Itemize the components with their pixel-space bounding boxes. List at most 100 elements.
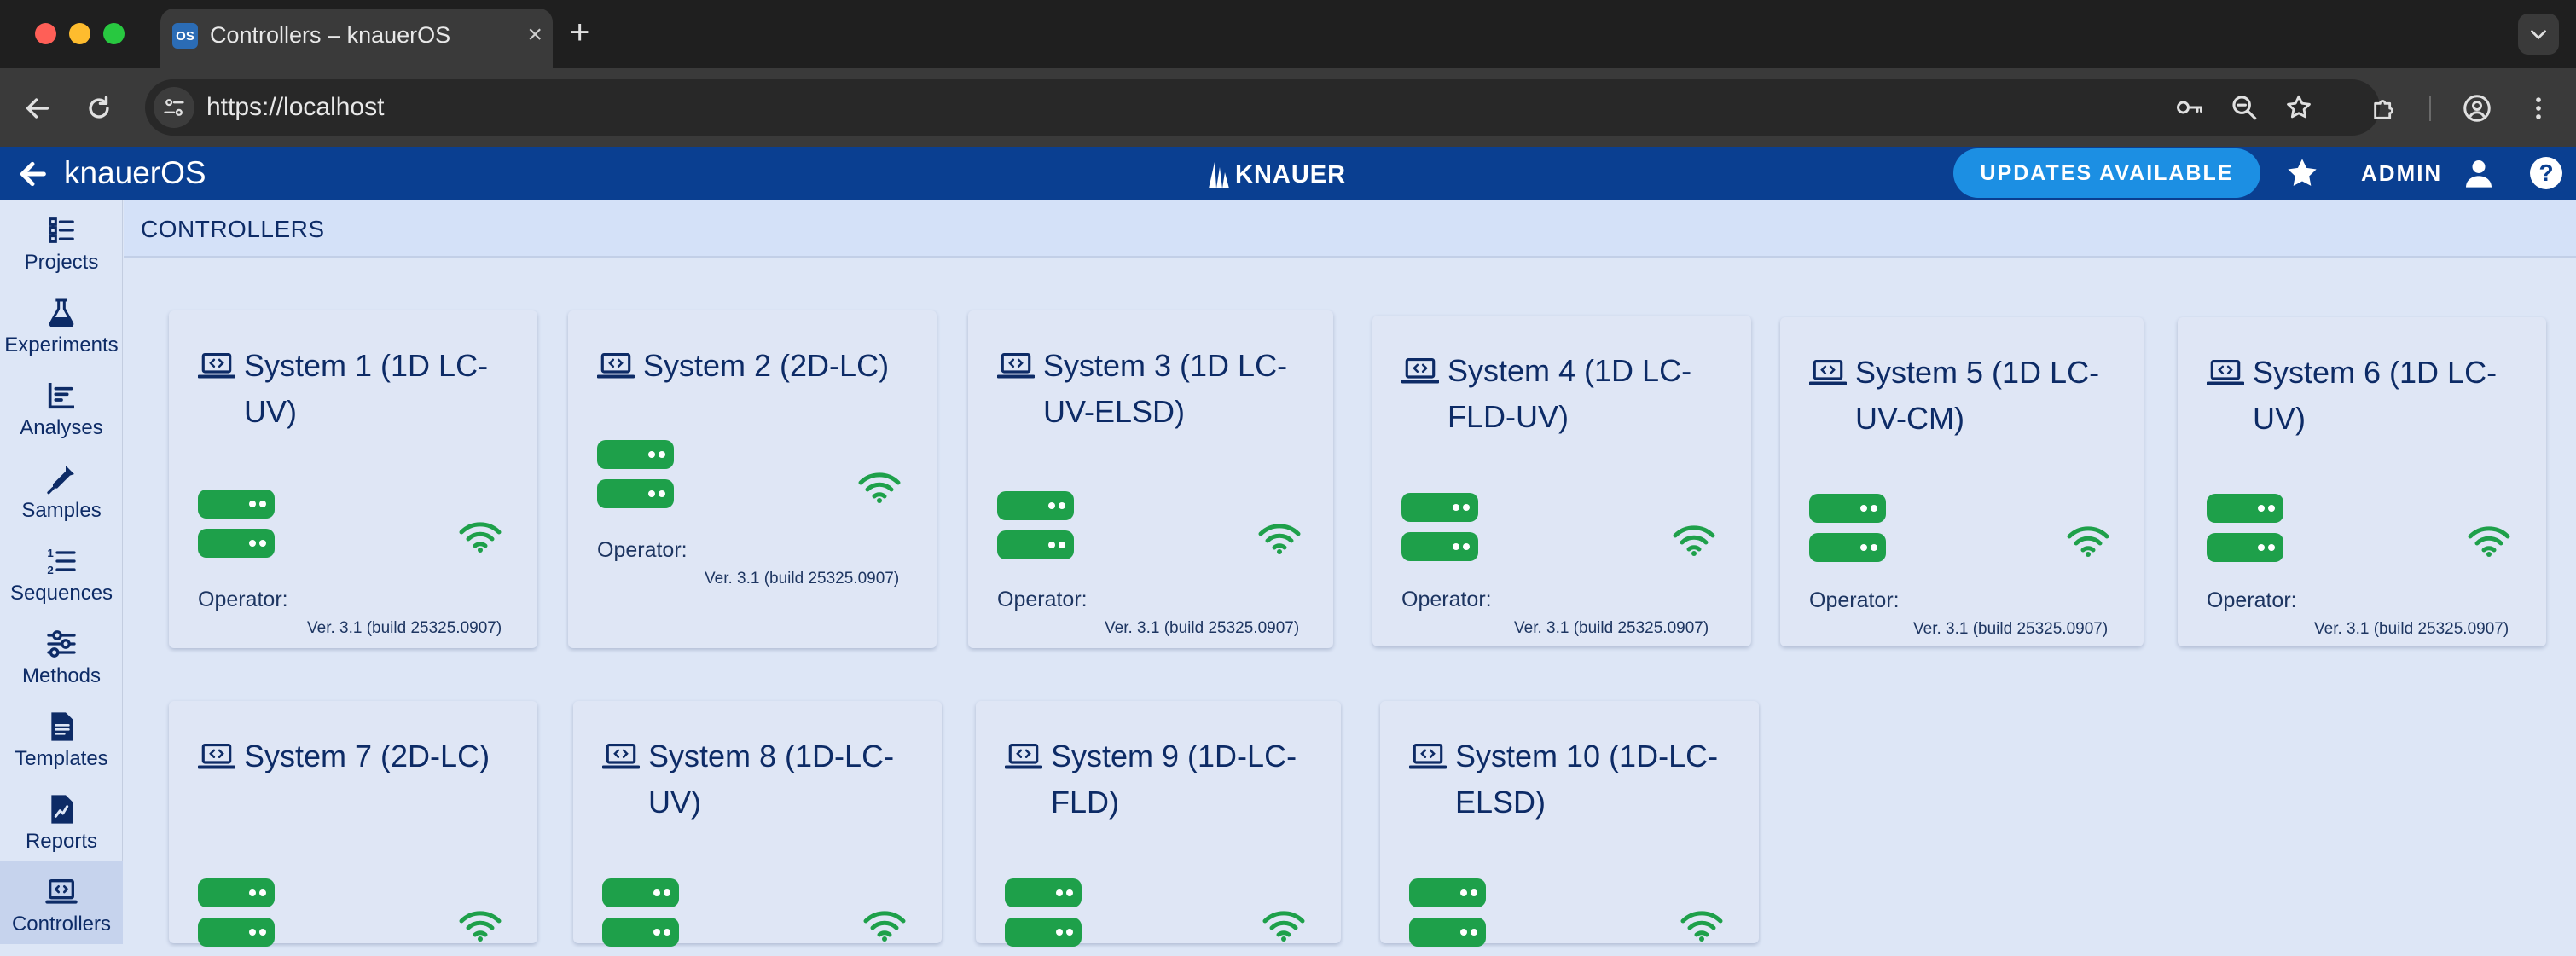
site-info-button[interactable] <box>154 87 194 128</box>
controller-name: System 10 (1D-LC- ELSD) <box>1455 733 1745 826</box>
tab-search-button[interactable] <box>2518 14 2559 55</box>
server-status-icon <box>597 440 674 513</box>
extensions-button[interactable] <box>2368 91 2402 125</box>
sidebar-item-label: Controllers <box>11 913 112 936</box>
laptop-code-icon <box>601 744 641 771</box>
controller-name: System 9 (1D-LC- FLD) <box>1051 733 1327 826</box>
help-icon[interactable]: ? <box>2530 157 2562 189</box>
operator-label: Operator: <box>1401 588 1492 611</box>
version-label: Ver. 3.1 (build 25325.0907) <box>1913 620 2109 638</box>
operator-label: Operator: <box>997 588 1088 611</box>
browser-tab[interactable]: OS Controllers – knauerOS × <box>160 9 553 68</box>
reload-button[interactable] <box>82 91 116 125</box>
controller-name: System 2 (2D-LC) <box>643 343 923 389</box>
controller-name-line1: System 4 (1D LC- <box>1448 353 1692 388</box>
controller-card[interactable]: System 8 (1D-LC- UV) <box>573 701 942 947</box>
password-key-button[interactable] <box>2172 90 2208 125</box>
svg-text:2: 2 <box>47 564 53 576</box>
sidebar-item-label: Methods <box>21 664 102 687</box>
controller-card[interactable]: System 4 (1D LC- FLD-UV) Operator: Ver. 3… <box>1372 316 1751 646</box>
browser-tab-strip: OS Controllers – knauerOS × + <box>0 0 2576 68</box>
sidebar-item-reports[interactable]: Reports <box>0 779 123 861</box>
controller-card[interactable]: System 3 (1D LC- UV-ELSD) Operator: Ver. … <box>968 310 1333 648</box>
controller-name-line2: UV-ELSD) <box>1043 394 1186 429</box>
wifi-connected-icon <box>2468 526 2510 557</box>
zoom-button[interactable] <box>2226 90 2262 125</box>
tab-close-icon[interactable]: × <box>527 22 542 48</box>
controller-name-line1: System 3 (1D LC- <box>1043 348 1288 383</box>
controller-name: System 7 (2D-LC) <box>244 733 524 779</box>
laptop-code-icon <box>996 353 1036 380</box>
controller-card[interactable]: System 10 (1D-LC- ELSD) <box>1380 701 1759 947</box>
bookmark-button[interactable] <box>2281 90 2317 125</box>
sidebar-item-analyses[interactable]: Analyses <box>0 365 123 448</box>
user-name[interactable]: ADMIN <box>2361 160 2442 187</box>
profile-button[interactable] <box>2460 91 2494 125</box>
laptop-code-icon <box>1004 744 1043 771</box>
laptop-code-icon <box>197 744 236 771</box>
window-close-button[interactable] <box>35 23 56 44</box>
sidebar-item-projects[interactable]: Projects <box>0 200 123 282</box>
svg-text:1: 1 <box>47 547 54 559</box>
controller-name-line2: ELSD) <box>1455 785 1546 820</box>
sidebar-item-methods[interactable]: Methods <box>0 613 123 696</box>
updates-available-button[interactable]: UPDATES AVAILABLE <box>1953 148 2260 198</box>
operator-label: Operator: <box>1809 588 1900 612</box>
address-bar[interactable]: https://localhost <box>145 79 2380 136</box>
version-label: Ver. 3.1 (build 25325.0907) <box>2314 620 2509 638</box>
controller-card[interactable]: System 9 (1D-LC- FLD) <box>976 701 1341 947</box>
tune-icon <box>164 99 184 116</box>
back-button[interactable] <box>20 91 55 125</box>
sidebar: Projects Experiments Analyses Samples 12… <box>0 200 123 944</box>
server-status-icon <box>2207 494 2283 567</box>
version-label: Ver. 3.1 (build 25325.0907) <box>1514 619 1709 637</box>
server-status-icon <box>997 491 1074 565</box>
server-status-icon <box>1409 878 1486 952</box>
controller-name-line2: UV) <box>244 394 297 429</box>
controller-name-line1: System 5 (1D LC- <box>1855 355 2100 390</box>
sidebar-item-experiments[interactable]: Experiments <box>0 282 123 365</box>
url-text[interactable]: https://localhost <box>206 93 384 122</box>
controller-name: System 1 (1D LC- UV) <box>244 343 524 435</box>
sidebar-item-label: Projects <box>24 251 99 274</box>
controller-name: System 5 (1D LC- UV-CM) <box>1855 350 2130 442</box>
controller-name: System 6 (1D LC- UV) <box>2253 350 2532 442</box>
numbered-list-icon: 12 <box>47 547 76 576</box>
browser-toolbar: https://localhost <box>0 68 2576 147</box>
controller-name-line2: UV) <box>2253 401 2306 436</box>
wifi-connected-icon <box>863 911 906 942</box>
laptop-code-icon <box>1401 358 1440 385</box>
server-status-icon <box>198 490 275 563</box>
laptop-code-icon <box>2206 360 2245 387</box>
wifi-connected-icon <box>1680 911 1723 942</box>
chart-icon <box>48 383 74 409</box>
person-icon[interactable] <box>2462 155 2496 191</box>
window-minimize-button[interactable] <box>69 23 90 44</box>
wifi-connected-icon <box>1673 525 1715 556</box>
zoom-out-icon <box>2232 96 2257 120</box>
profile-icon <box>2463 95 2491 122</box>
sidebar-item-label: Samples <box>21 499 102 522</box>
star-icon[interactable] <box>2284 155 2320 191</box>
controller-card[interactable]: System 6 (1D LC- UV) Operator: Ver. 3.1 (… <box>2178 317 2546 646</box>
new-tab-button[interactable]: + <box>570 15 589 49</box>
server-status-icon <box>602 878 679 952</box>
sidebar-item-sequences[interactable]: 12 Sequences <box>0 530 123 613</box>
wifi-connected-icon <box>2067 526 2109 557</box>
operator-label: Operator: <box>2207 588 2297 612</box>
toolbar-divider <box>2429 96 2431 121</box>
sidebar-item-templates[interactable]: Templates <box>0 696 123 779</box>
browser-menu-button[interactable] <box>2521 91 2556 125</box>
controller-card[interactable]: System 7 (2D-LC) <box>169 701 537 947</box>
arrow-back-icon[interactable] <box>15 157 49 191</box>
controller-card[interactable]: System 2 (2D-LC) Operator: Ver. 3.1 (buil… <box>568 310 937 648</box>
server-status-icon <box>1809 494 1886 567</box>
controller-icon <box>45 879 78 904</box>
controller-name-line1: System 8 (1D-LC- <box>648 739 895 773</box>
controller-card[interactable]: System 5 (1D LC- UV-CM) Operator: Ver. 3.… <box>1780 317 2144 646</box>
window-zoom-button[interactable] <box>103 23 125 44</box>
sidebar-item-samples[interactable]: Samples <box>0 448 123 530</box>
wifi-connected-icon <box>459 911 502 942</box>
sidebar-item-controllers[interactable]: Controllers <box>0 861 123 944</box>
controller-card[interactable]: System 1 (1D LC- UV) Operator: Ver. 3.1 (… <box>169 310 537 648</box>
